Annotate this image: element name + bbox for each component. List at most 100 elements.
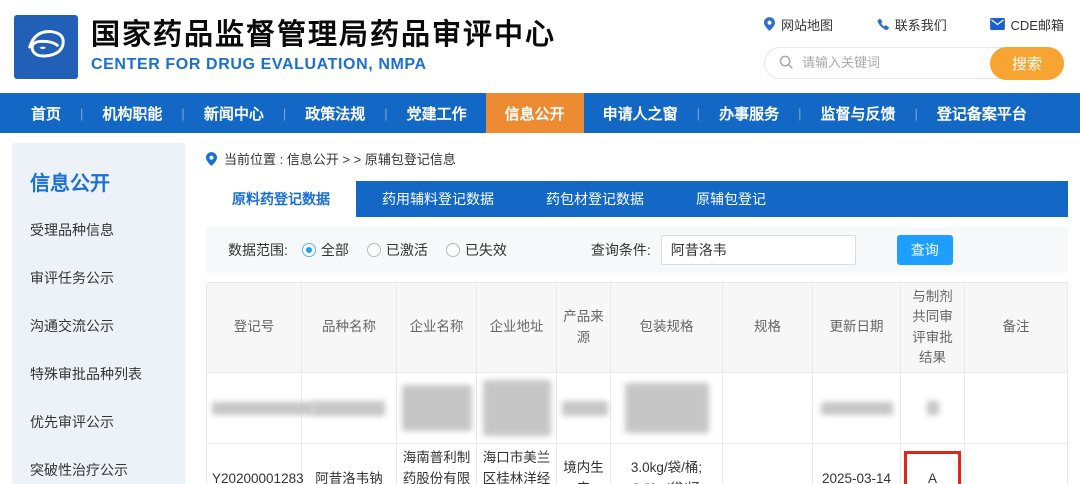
filter-bar: 数据范围: 全部 已激活 已失效 查询条件: xyxy=(206,227,1068,273)
cell-variety-name: 阿昔洛韦钠 xyxy=(302,444,397,484)
col-update-date: 更新日期 xyxy=(813,283,901,373)
site-title-cn: 国家药品监督管理局药品审评中心 xyxy=(91,19,556,52)
redacted-cell xyxy=(302,373,397,444)
scope-label: 数据范围: xyxy=(228,240,288,260)
sidebar-item-priority-review[interactable]: 优先审评公示 xyxy=(30,412,185,432)
site-titles: 国家药品监督管理局药品审评中心 CENTER FOR DRUG EVALUATI… xyxy=(91,19,556,74)
page: 国家药品监督管理局药品审评中心 CENTER FOR DRUG EVALUATI… xyxy=(0,0,1080,484)
site-search: 搜索 xyxy=(764,47,1064,79)
contact-link-label: 联系我们 xyxy=(895,15,947,34)
main-content: 当前位置 : 信息公开 > > 原辅包登记信息 原料药登记数据 药用辅料登记数据… xyxy=(206,143,1068,484)
nav-item-home[interactable]: 首页 xyxy=(12,93,80,133)
redacted-cell xyxy=(965,373,1068,444)
radio-activated[interactable]: 已激活 xyxy=(367,240,428,260)
tab-excipient-registration-data[interactable]: 药用辅料登记数据 xyxy=(356,181,520,217)
query-label: 查询条件: xyxy=(591,240,651,260)
cde-mail-link[interactable]: CDE邮箱 xyxy=(990,15,1064,34)
cde-logo[interactable] xyxy=(14,15,78,79)
col-joint-review-result: 与制剂共同审评审批结果 xyxy=(901,283,965,373)
radio-all[interactable]: 全部 xyxy=(302,240,349,260)
radio-circle-icon xyxy=(367,243,381,257)
header-right: 网站地图 联系我们 CDE邮箱 xyxy=(764,15,1064,79)
cell-company-address: 海口市美兰区桂林洋经济开发区 xyxy=(477,444,557,484)
site-title-en: CENTER FOR DRUG EVALUATION, NMPA xyxy=(91,56,556,74)
redacted-cell xyxy=(723,373,813,444)
quick-links: 网站地图 联系我们 CDE邮箱 xyxy=(764,15,1064,34)
cell-update-date: 2025-03-14 xyxy=(813,444,901,484)
nav-item-policies[interactable]: 政策法规 xyxy=(286,93,384,133)
query-input[interactable] xyxy=(661,235,856,265)
radio-expired-label: 已失效 xyxy=(465,240,507,260)
nav-item-applicant-window[interactable]: 申请人之窗 xyxy=(584,93,697,133)
registration-table: 登记号 品种名称 企业名称 企业地址 产品来源 包装规格 规格 更新日期 与制剂… xyxy=(206,282,1068,484)
col-variety-name: 品种名称 xyxy=(302,283,397,373)
redacted-cell xyxy=(397,373,477,444)
table-header-row: 登记号 品种名称 企业名称 企业地址 产品来源 包装规格 规格 更新日期 与制剂… xyxy=(207,283,1068,373)
nav-item-registration-platform[interactable]: 登记备案平台 xyxy=(918,93,1046,133)
cell-remarks xyxy=(965,444,1068,484)
search-icon xyxy=(779,55,794,70)
sidebar-item-communication[interactable]: 沟通交流公示 xyxy=(30,316,185,336)
table-row-redacted xyxy=(207,373,1068,444)
col-package-spec: 包装规格 xyxy=(611,283,723,373)
contact-link[interactable]: 联系我们 xyxy=(876,15,947,34)
redacted-cell xyxy=(207,373,302,444)
nav-item-info-disclosure[interactable]: 信息公开 xyxy=(486,93,584,133)
radio-circle-icon xyxy=(446,243,460,257)
cell-registration-no: Y20200001283 xyxy=(207,444,302,484)
logo-swirl-icon xyxy=(20,21,72,73)
col-company-name: 企业名称 xyxy=(397,283,477,373)
sidebar-item-special-approval[interactable]: 特殊审批品种列表 xyxy=(30,364,185,384)
redacted-cell xyxy=(611,373,723,444)
sidebar-item-accepted-varieties[interactable]: 受理品种信息 xyxy=(30,220,185,240)
table-row: Y20200001283 阿昔洛韦钠 海南普利制药股份有限公司 海口市美兰区桂林… xyxy=(207,444,1068,484)
redacted-cell xyxy=(477,373,557,444)
nav-item-functions[interactable]: 机构职能 xyxy=(83,93,181,133)
radio-circle-icon xyxy=(302,243,316,257)
col-remarks: 备注 xyxy=(965,283,1068,373)
nav-item-party[interactable]: 党建工作 xyxy=(388,93,486,133)
radio-activated-label: 已激活 xyxy=(386,240,428,260)
tab-apiep-registration[interactable]: 原辅包登记 xyxy=(670,181,792,217)
cde-mail-link-label: CDE邮箱 xyxy=(1011,15,1064,34)
mail-icon xyxy=(990,18,1005,30)
redacted-cell xyxy=(901,373,965,444)
sidebar-item-review-tasks[interactable]: 审评任务公示 xyxy=(30,268,185,288)
sidebar-title: 信息公开 xyxy=(30,167,185,196)
tab-packaging-registration-data[interactable]: 药包材登记数据 xyxy=(520,181,670,217)
query-button[interactable]: 查询 xyxy=(897,235,953,265)
redacted-cell xyxy=(813,373,901,444)
nav-item-services[interactable]: 办事服务 xyxy=(700,93,798,133)
tab-api-registration-data[interactable]: 原料药登记数据 xyxy=(206,181,356,217)
sitemap-link-label: 网站地图 xyxy=(781,15,833,34)
nav-item-supervision[interactable]: 监督与反馈 xyxy=(801,93,914,133)
col-company-address: 企业地址 xyxy=(477,283,557,373)
breadcrumb-pin-icon xyxy=(206,152,217,166)
col-registration-no: 登记号 xyxy=(207,283,302,373)
sidebar: 信息公开 受理品种信息 审评任务公示 沟通交流公示 特殊审批品种列表 优先审评公… xyxy=(12,143,185,484)
nav-item-news[interactable]: 新闻中心 xyxy=(185,93,283,133)
site-header: 国家药品监督管理局药品审评中心 CENTER FOR DRUG EVALUATI… xyxy=(0,0,1080,93)
cell-company-name: 海南普利制药股份有限公司 xyxy=(397,444,477,484)
scope-radio-group: 全部 已激活 已失效 xyxy=(302,240,507,260)
radio-all-label: 全部 xyxy=(321,240,349,260)
breadcrumb: 当前位置 : 信息公开 > > 原辅包登记信息 xyxy=(206,149,1068,168)
page-body: 信息公开 受理品种信息 审评任务公示 沟通交流公示 特殊审批品种列表 优先审评公… xyxy=(0,143,1080,484)
sidebar-item-breakthrough-therapy[interactable]: 突破性治疗公示 xyxy=(30,460,185,480)
col-spec: 规格 xyxy=(723,283,813,373)
cell-joint-review-result: A xyxy=(901,444,965,484)
breadcrumb-text: 当前位置 : 信息公开 > > 原辅包登记信息 xyxy=(224,149,456,168)
site-search-button[interactable]: 搜索 xyxy=(990,47,1064,80)
data-tabs: 原料药登记数据 药用辅料登记数据 药包材登记数据 原辅包登记 xyxy=(206,181,1068,217)
main-nav: 首页 | 机构职能 | 新闻中心 | 政策法规 | 党建工作 信息公开 申请人之… xyxy=(0,93,1080,133)
location-pin-icon xyxy=(764,17,775,31)
radio-expired[interactable]: 已失效 xyxy=(446,240,507,260)
cell-product-source: 境内生产 xyxy=(557,444,611,484)
col-product-source: 产品来源 xyxy=(557,283,611,373)
sitemap-link[interactable]: 网站地图 xyxy=(764,15,833,34)
cell-spec xyxy=(723,444,813,484)
redacted-cell xyxy=(557,373,611,444)
cell-package-spec: 3.0kg/袋/桶; 8.0kg/袋/桶 xyxy=(611,444,723,484)
result-value: A xyxy=(928,471,937,484)
phone-icon xyxy=(876,18,889,31)
